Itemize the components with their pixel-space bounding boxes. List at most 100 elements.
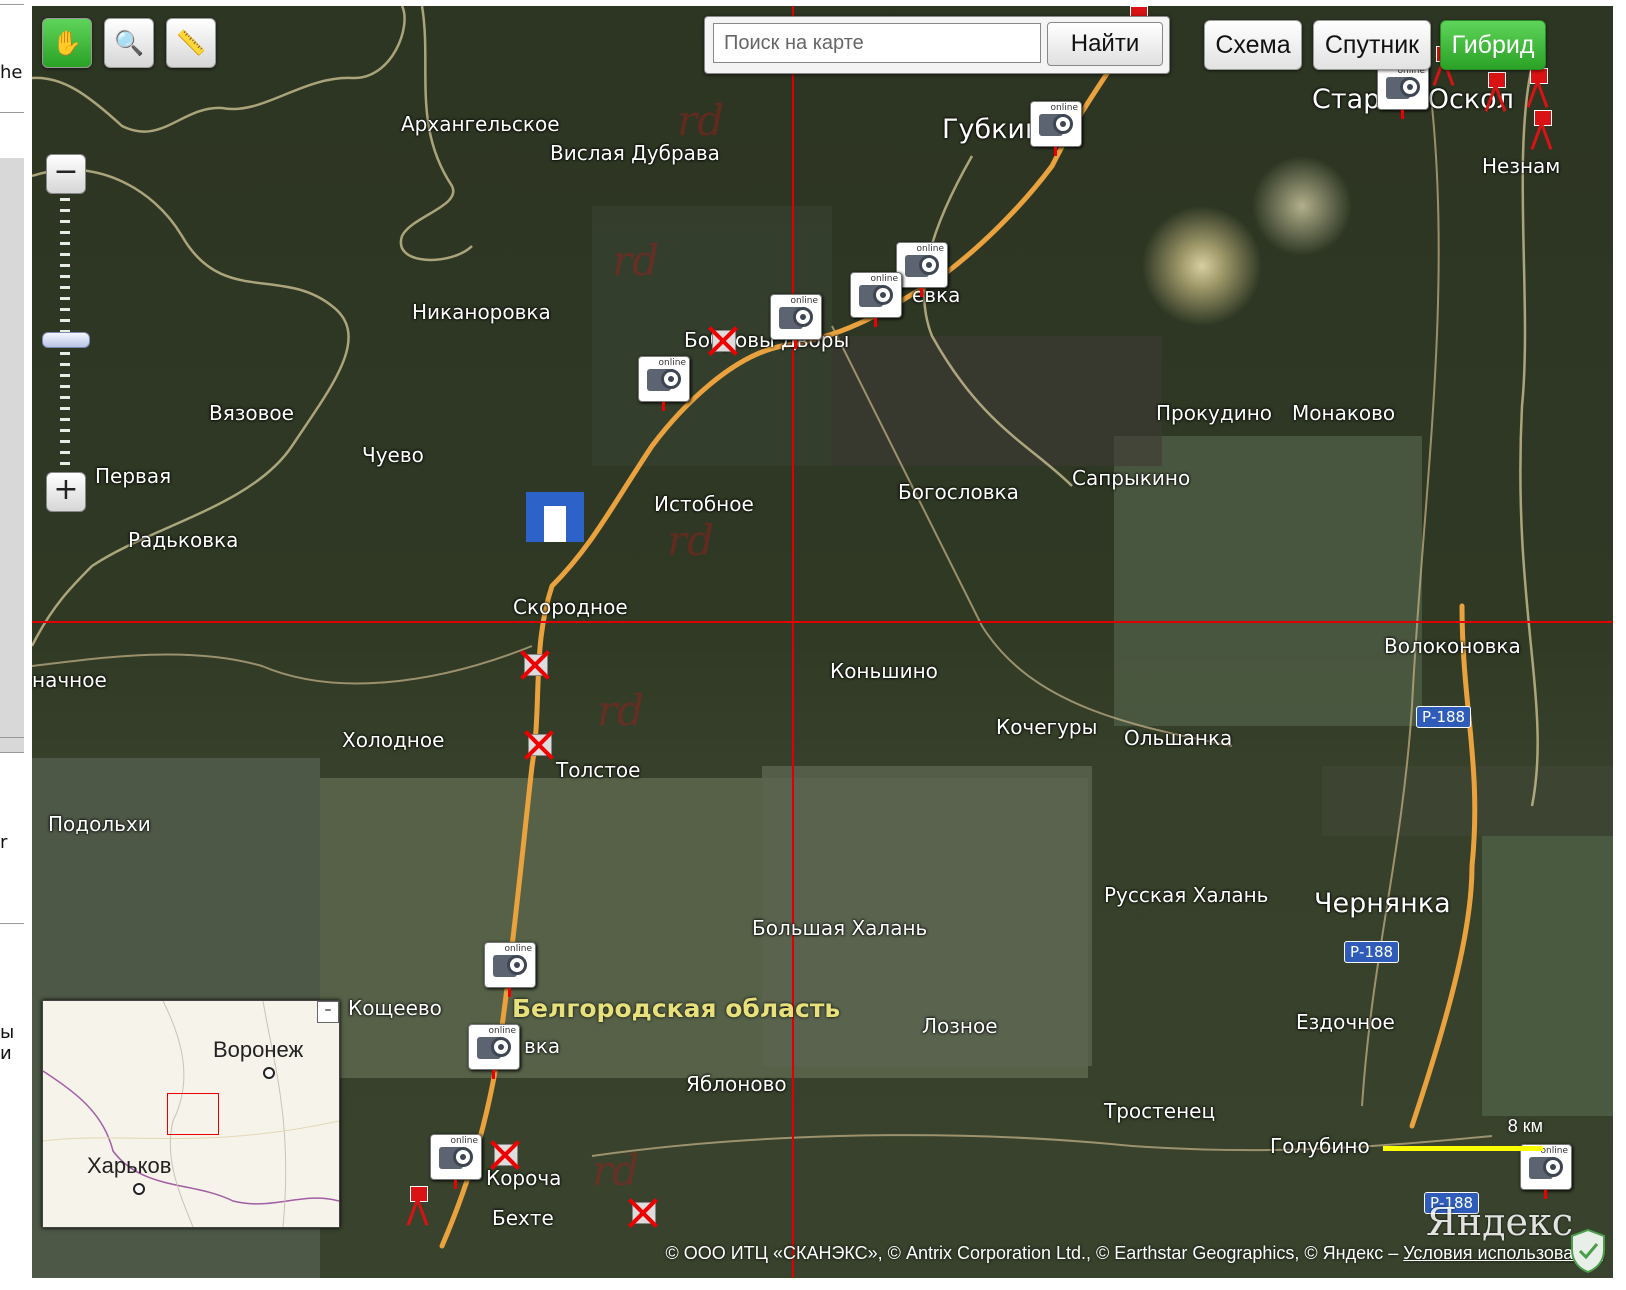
secondary-road (32, 645, 533, 685)
tripod-camera-icon[interactable] (1522, 68, 1552, 108)
hand-tool-button[interactable]: ✋ (42, 18, 92, 68)
crossed-camera-icon[interactable] (518, 648, 552, 682)
place-label: Прокудино (1156, 401, 1273, 425)
place-label: Сапрыкино (1072, 466, 1191, 490)
place-label: Никаноровка (412, 300, 551, 324)
search-input[interactable] (713, 23, 1041, 63)
scale-label: 8 км (1507, 1116, 1543, 1136)
left-panel-scroll (0, 158, 24, 753)
place-label: Ездочное (1296, 1010, 1395, 1034)
minimap-city: Воронеж (213, 1037, 304, 1062)
zoom-out-button[interactable]: − (46, 154, 86, 194)
place-label: Толстое (556, 758, 641, 782)
place-label: начное (32, 668, 107, 692)
camera-online-icon[interactable]: online (850, 272, 902, 327)
crossed-camera-icon[interactable] (706, 324, 740, 358)
watermark-text: rd (592, 1146, 639, 1195)
tripod-camera-icon[interactable] (402, 1186, 432, 1226)
ruler-icon: 📏 (176, 29, 206, 57)
place-label: Холодное (342, 728, 445, 752)
place-label: Вислая Дубрава (550, 141, 720, 165)
camera-online-icon[interactable]: online (1030, 101, 1082, 156)
place-label: Первая (95, 464, 172, 488)
camera-online-icon[interactable]: online (484, 942, 536, 997)
camera-online-icon[interactable]: online (770, 294, 822, 349)
place-label: Кочегуры (996, 715, 1098, 739)
left-strip-text: he (0, 62, 23, 83)
magnifier-icon: 🔍 (114, 29, 144, 57)
map-type-scheme-button[interactable]: Схема (1204, 20, 1302, 70)
main-road (1409, 603, 1478, 1129)
secondary-road (831, 325, 1233, 747)
map-type-satellite-button[interactable]: Спутник (1313, 20, 1431, 70)
map-viewport[interactable]: rd rd rd rd rd Архангельское Вислая Дубр… (32, 6, 1613, 1278)
place-label: Чернянка (1314, 888, 1451, 919)
zoom-slider-handle[interactable] (42, 332, 90, 348)
place-label: вка (524, 1034, 561, 1058)
place-label: Богословка (898, 480, 1019, 504)
ruler-tool-button[interactable]: 📏 (166, 18, 216, 68)
place-label: Голубино (1270, 1134, 1370, 1158)
region-label: Белгородская область (512, 994, 841, 1023)
minimap-city-dot (263, 1067, 275, 1079)
camera-online-icon[interactable]: online (638, 356, 690, 411)
tripod-camera-icon[interactable] (1480, 72, 1510, 112)
camera-online-icon[interactable]: online (1377, 64, 1429, 119)
place-label: Яблоново (686, 1072, 787, 1096)
scale-line (1383, 1146, 1543, 1151)
place-label: Кощеево (348, 996, 442, 1020)
page-left-strip: he r ы и (0, 0, 30, 1290)
place-label: Большая Халань (752, 916, 928, 940)
camera-online-icon[interactable]: online (896, 242, 948, 297)
zoom-control: − + (42, 154, 90, 516)
place-label: Волоконовка (1384, 634, 1521, 658)
map-type-hybrid-button[interactable]: Гибрид (1440, 20, 1546, 70)
place-label: Монаково (1292, 401, 1396, 425)
crossed-camera-icon[interactable] (626, 1196, 660, 1230)
place-label: Незнам (1482, 154, 1561, 178)
crosshair-vertical (792, 6, 794, 1278)
gas-station-icon[interactable] (526, 492, 584, 542)
search-panel: Найти (704, 16, 1170, 74)
place-label: Лозное (922, 1014, 998, 1038)
crosshair-horizontal (32, 621, 1613, 623)
divider (0, 923, 24, 924)
overview-minimap[interactable]: Воронеж Харьков – (42, 1000, 340, 1228)
divider (0, 112, 24, 113)
place-label: Ольшанка (1124, 726, 1233, 750)
place-label: Тростенец (1104, 1099, 1216, 1123)
left-strip-text: ы и (0, 1022, 15, 1064)
district-border (922, 155, 1073, 487)
search-button[interactable]: Найти (1047, 22, 1163, 66)
minimap-city: Харьков (87, 1153, 172, 1178)
camera-online-icon[interactable]: online (468, 1024, 520, 1079)
zoom-in-button[interactable]: + (46, 472, 86, 512)
camera-online-icon[interactable]: online (430, 1134, 482, 1189)
watermark-text: rd (677, 96, 724, 145)
tripod-camera-icon[interactable] (1526, 110, 1556, 150)
copyright-notice: © ООО ИТЦ «СКАНЭКС», © Antrix Corporatio… (665, 1243, 1603, 1264)
minimap-collapse-button[interactable]: – (317, 1001, 339, 1023)
watermark-text: rd (667, 516, 714, 565)
crossed-camera-icon[interactable] (488, 1138, 522, 1172)
security-shield-icon[interactable] (1569, 1228, 1607, 1274)
minimap-viewport-frame[interactable] (167, 1093, 219, 1135)
divider (0, 737, 24, 738)
crossed-camera-icon[interactable] (522, 728, 556, 762)
copyright-text: © ООО ИТЦ «СКАНЭКС», © Antrix Corporatio… (665, 1243, 1404, 1263)
place-label: Русская Халань (1104, 883, 1269, 907)
place-label: Бехте (492, 1206, 554, 1230)
place-label: Губкин (942, 114, 1043, 145)
divider (0, 4, 24, 5)
zoom-area-tool-button[interactable]: 🔍 (104, 18, 154, 68)
road-shield: Р-188 (1344, 941, 1400, 963)
yandex-logo: Яндекс (1426, 1200, 1573, 1244)
watermark-text: rd (612, 236, 659, 285)
road-shield: Р-188 (1416, 706, 1472, 728)
left-strip-text: r (0, 832, 8, 853)
place-label: Радьковка (128, 528, 239, 552)
scale-bar: 8 км (1383, 1116, 1543, 1156)
divider (0, 752, 24, 753)
place-label: Скородное (513, 595, 628, 619)
minimap-city-dot (133, 1183, 145, 1195)
